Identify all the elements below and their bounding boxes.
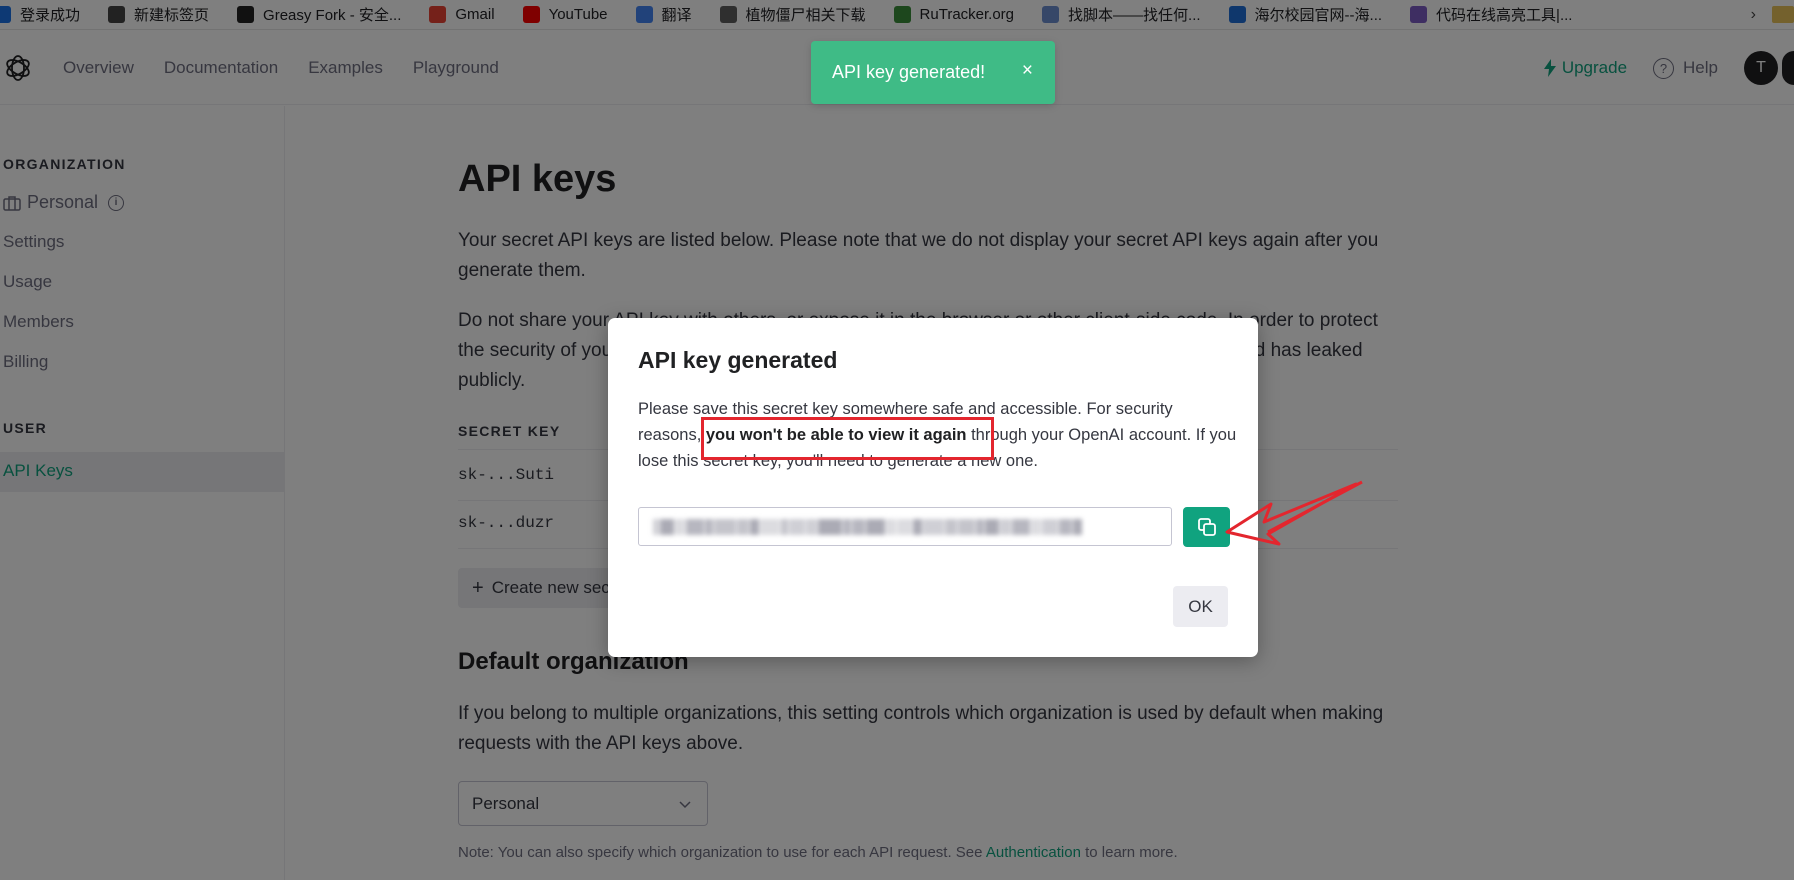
copy-button[interactable] bbox=[1183, 507, 1230, 547]
secret-key-input[interactable] bbox=[639, 508, 1171, 545]
toast-message: API key generated! bbox=[832, 62, 986, 82]
success-toast: API key generated! × bbox=[811, 41, 1055, 104]
annotation-arrow-icon bbox=[1225, 480, 1363, 546]
annotation-highlight-box bbox=[701, 417, 994, 460]
copy-icon bbox=[1197, 518, 1216, 536]
close-icon[interactable]: × bbox=[1022, 60, 1033, 82]
api-key-generated-dialog: API key generated Please save this secre… bbox=[608, 318, 1258, 657]
ok-button[interactable]: OK bbox=[1173, 586, 1228, 627]
secret-key-field[interactable] bbox=[638, 507, 1172, 546]
dialog-title: API key generated bbox=[638, 347, 838, 373]
